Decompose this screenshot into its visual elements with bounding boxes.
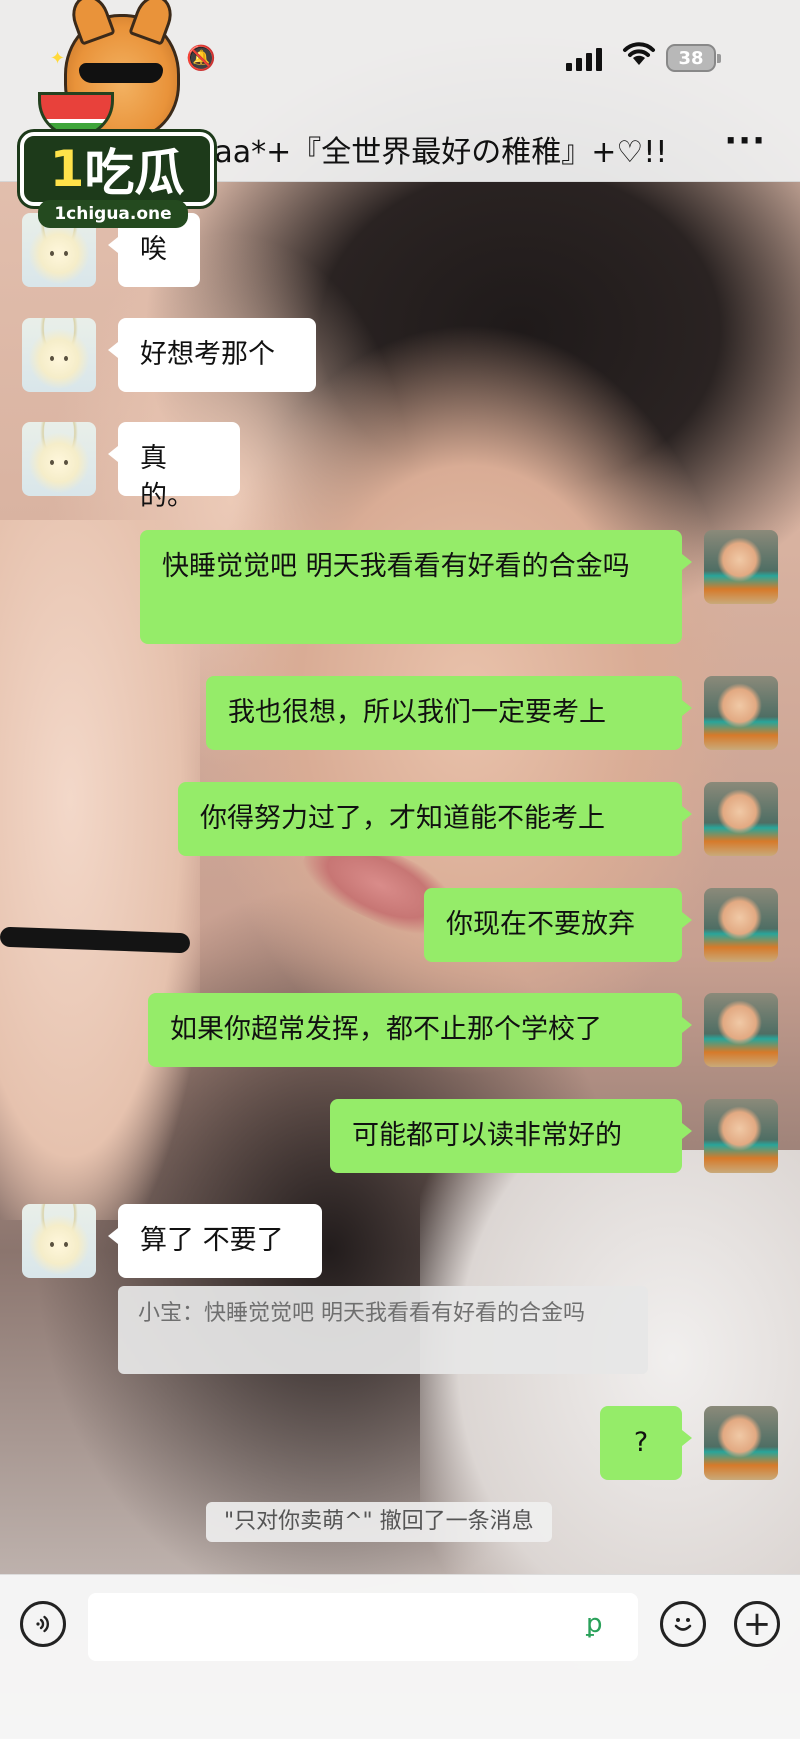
watermark-site: 1chigua.one — [38, 200, 188, 228]
message-bubble-incoming[interactable]: 好想考那个 — [108, 318, 316, 392]
message-input[interactable] — [88, 1593, 638, 1661]
contact-avatar[interactable] — [22, 318, 96, 392]
cell-signal-icon — [566, 48, 602, 71]
message-bubble-incoming[interactable]: 算了 不要了 — [108, 1204, 322, 1278]
emoji-icon[interactable] — [660, 1601, 706, 1647]
more-icon[interactable]: ··· — [724, 121, 766, 161]
my-avatar[interactable] — [704, 888, 778, 962]
message-bubble-outgoing[interactable]: 我也很想，所以我们一定要考上 — [206, 676, 692, 750]
my-avatar[interactable] — [704, 676, 778, 750]
message-bubble-outgoing[interactable]: 你现在不要放弃 — [424, 888, 692, 962]
watermark-brand: 1 吃瓜 — [20, 132, 214, 206]
watermark-logo: ✦ 1 吃瓜 1chigua.one — [20, 0, 214, 234]
my-avatar[interactable] — [704, 993, 778, 1067]
quoted-reply[interactable]: 小宝：快睡觉觉吧 明天我看看有好看的合金吗 — [118, 1286, 648, 1374]
recall-notice: "只对你卖萌^" 撤回了一条消息 — [206, 1502, 552, 1542]
message-bubble-incoming[interactable]: 真的。 — [108, 422, 240, 512]
voice-icon[interactable] — [20, 1601, 66, 1647]
battery-indicator: 38 — [666, 44, 721, 72]
message-bubble-outgoing[interactable]: ? — [600, 1406, 692, 1480]
wifi-icon — [622, 40, 656, 75]
contact-avatar[interactable] — [22, 1204, 96, 1278]
sparkle-icon: ✦ — [50, 48, 66, 69]
message-bubble-outgoing[interactable]: 可能都可以读非常好的 — [330, 1099, 692, 1173]
input-bar: ꝑ + — [0, 1574, 800, 1739]
my-avatar[interactable] — [704, 530, 778, 604]
my-avatar[interactable] — [704, 1406, 778, 1480]
input-mic-icon[interactable]: ꝑ — [586, 1609, 603, 1639]
message-bubble-outgoing[interactable]: 你得努力过了，才知道能不能考上 — [178, 782, 692, 856]
contact-avatar[interactable] — [22, 422, 96, 496]
message-bubble-outgoing[interactable]: 快睡觉觉吧 明天我看看有好看的合金吗 — [140, 530, 692, 644]
my-avatar[interactable] — [704, 1099, 778, 1173]
message-bubble-outgoing[interactable]: 如果你超常发挥，都不止那个学校了 — [148, 993, 692, 1067]
chat-title: aaa*+『全世界最好の稚稚』+♡!! — [196, 135, 668, 170]
my-avatar[interactable] — [704, 782, 778, 856]
plus-icon[interactable]: + — [734, 1601, 780, 1647]
